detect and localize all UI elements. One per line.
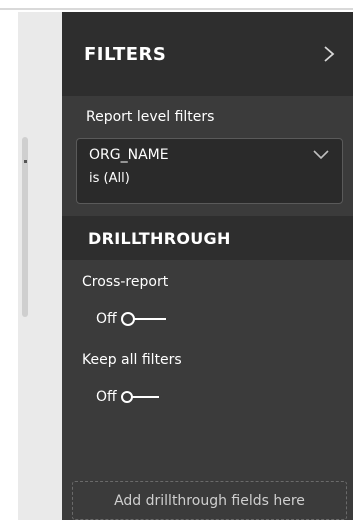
toggle-track	[131, 396, 159, 398]
vertical-scrollbar[interactable]	[22, 137, 28, 317]
toggle-knob	[120, 312, 135, 326]
report-level-filters-label: Report level filters	[86, 109, 215, 125]
report-canvas-edge	[0, 12, 18, 520]
collapse-pane-icon[interactable]	[317, 42, 341, 66]
cross-report-state: Off	[96, 311, 117, 327]
keep-all-filters-label: Keep all filters	[82, 352, 182, 368]
chevron-down-icon[interactable]	[312, 145, 330, 164]
filter-card-org-name[interactable]: ORG_NAME is (All)	[76, 138, 343, 204]
page-marker	[24, 160, 27, 163]
chevron-right-icon	[324, 46, 335, 62]
drillthrough-header: DRILLTHROUGH	[62, 216, 353, 260]
left-gutter	[18, 12, 62, 520]
keep-all-filters-toggle[interactable]: Off	[62, 382, 353, 412]
top-divider	[0, 0, 353, 10]
filter-field-name: ORG_NAME	[89, 147, 169, 163]
drillthrough-title: DRILLTHROUGH	[88, 228, 231, 248]
filter-condition: is (All)	[89, 171, 130, 186]
toggle-switch-icon[interactable]	[120, 391, 159, 403]
drillthrough-dropzone[interactable]: Add drillthrough fields here	[72, 481, 347, 520]
keep-all-filters-state: Off	[96, 389, 117, 405]
filters-header: FILTERS	[62, 12, 353, 96]
cross-report-label: Cross-report	[82, 274, 169, 290]
cross-report-toggle[interactable]: Off	[62, 304, 353, 334]
toggle-track	[133, 318, 166, 320]
filters-title: FILTERS	[84, 43, 167, 65]
toggle-switch-icon[interactable]	[120, 312, 167, 326]
filters-pane: FILTERS Report level filters ORG_NAME is…	[62, 12, 353, 520]
